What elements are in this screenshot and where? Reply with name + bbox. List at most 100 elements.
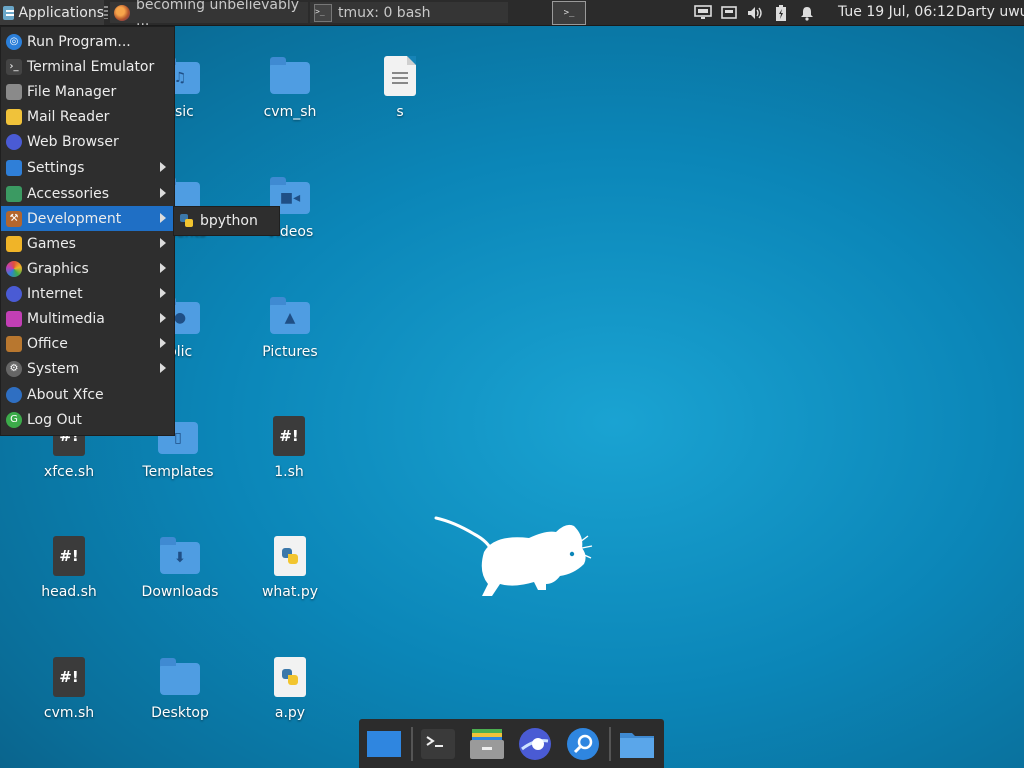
menu-item-label: Log Out — [27, 411, 82, 428]
applications-menu: ◎ Run Program... ›_ Terminal Emulator Fi… — [0, 26, 175, 436]
file-manager-icon[interactable] — [468, 727, 506, 761]
desktop-icon-downloads[interactable]: ⬇ Downloads — [130, 534, 230, 600]
user-menu[interactable]: Darty uwu — [956, 0, 1024, 25]
desktop-icon-label: s — [396, 104, 404, 120]
run-icon: ◎ — [6, 33, 22, 50]
multimedia-icon — [6, 310, 22, 327]
desktop-icon-label: head.sh — [41, 584, 97, 600]
text-file-icon — [384, 56, 416, 96]
script-icon: #! — [53, 536, 85, 576]
menu-item-label: Multimedia — [27, 310, 105, 327]
office-icon — [6, 335, 22, 352]
desktop-icon-cvm-sh[interactable]: cvm_sh — [240, 54, 340, 120]
applications-label: Applications — [18, 4, 104, 21]
python-file-icon — [274, 657, 306, 697]
terminal-icon: >_ — [563, 8, 575, 18]
desktop-icon-label: Downloads — [141, 584, 219, 600]
folder-icon — [160, 658, 200, 695]
dock-separator — [411, 727, 413, 761]
chevron-right-icon — [160, 263, 166, 273]
folder-icon[interactable] — [618, 727, 656, 761]
menu-item-office[interactable]: Office — [1, 331, 174, 356]
menu-item-label: System — [27, 360, 80, 377]
submenu-item-bpython[interactable]: bpython — [174, 209, 279, 234]
terminal-icon[interactable] — [419, 727, 457, 761]
display-icon[interactable] — [694, 5, 712, 21]
about-xfce-icon — [6, 386, 22, 403]
chevron-right-icon — [160, 188, 166, 198]
menu-item-system[interactable]: ⚙ System — [1, 356, 174, 381]
menu-item-web-browser[interactable]: Web Browser — [1, 129, 174, 154]
desktop-icon-head-sh[interactable]: #! head.sh — [19, 534, 119, 600]
menu-item-label: Terminal Emulator — [27, 58, 155, 75]
menu-item-label: About Xfce — [27, 386, 104, 403]
desktop-icon-label: cvm_sh — [263, 104, 317, 120]
chevron-right-icon — [160, 162, 166, 172]
taskbar-item-terminal[interactable]: >_ tmux: 0 bash — [310, 2, 508, 23]
system-icon: ⚙ — [6, 360, 22, 377]
top-panel: Applications becoming unbelievably ... >… — [0, 0, 1024, 29]
show-desktop-icon[interactable] — [365, 727, 403, 761]
network-icon[interactable] — [720, 5, 738, 21]
script-icon: #! — [53, 657, 85, 697]
chevron-right-icon — [160, 338, 166, 348]
menu-item-label: Graphics — [27, 260, 89, 277]
python-file-icon — [274, 536, 306, 576]
desktop-icon-1-sh[interactable]: #! 1.sh — [239, 414, 339, 480]
clock[interactable]: Tue 19 Jul, 06:12 — [838, 0, 955, 25]
volume-icon[interactable] — [746, 5, 764, 21]
desktop-icon-s[interactable]: s — [350, 54, 450, 120]
applications-icon — [3, 5, 15, 20]
menu-item-accessories[interactable]: Accessories — [1, 181, 174, 206]
notification-bell-icon[interactable] — [798, 5, 816, 21]
panel-separator — [104, 6, 108, 19]
menu-item-mail-reader[interactable]: Mail Reader — [1, 104, 174, 129]
menu-item-graphics[interactable]: Graphics — [1, 256, 174, 281]
script-icon: #! — [273, 416, 305, 456]
dock — [359, 719, 664, 768]
desktop-icon-label: a.py — [274, 705, 306, 721]
folder-downloads-icon: ⬇ — [160, 537, 200, 574]
chevron-right-icon — [160, 363, 166, 373]
menu-item-label: Development — [27, 210, 122, 227]
chevron-right-icon — [160, 313, 166, 323]
task-label: becoming unbelievably ... — [136, 0, 300, 29]
desktop-icon-label: 1.sh — [274, 464, 304, 480]
taskbar-item-browser[interactable]: becoming unbelievably ... — [110, 0, 308, 29]
desktop-icon-pictures[interactable]: ▲ Pictures — [240, 294, 340, 360]
python-icon — [180, 214, 194, 228]
terminal-launcher-button[interactable]: >_ — [552, 1, 586, 25]
menu-item-file-manager[interactable]: File Manager — [1, 79, 174, 104]
desktop-icon-desktop[interactable]: Desktop — [130, 655, 230, 721]
xfce-mouse-logo — [434, 516, 593, 596]
folder-icon — [270, 57, 310, 94]
desktop-icon-label: Templates — [142, 464, 214, 480]
chevron-right-icon — [160, 288, 166, 298]
menu-item-run-program[interactable]: ◎ Run Program... — [1, 29, 174, 54]
folder-pictures-icon: ▲ — [270, 297, 310, 334]
firefox-icon — [114, 4, 130, 21]
desktop-icon-a-py[interactable]: a.py — [240, 655, 340, 721]
mail-icon — [6, 108, 22, 125]
search-icon[interactable] — [564, 727, 602, 761]
file-manager-icon — [6, 83, 22, 100]
menu-item-about-xfce[interactable]: About Xfce — [1, 382, 174, 407]
menu-item-label: Settings — [27, 159, 85, 176]
applications-menu-button[interactable]: Applications — [0, 0, 104, 25]
settings-icon — [6, 159, 22, 176]
battery-icon[interactable] — [772, 4, 790, 21]
menu-item-internet[interactable]: Internet — [1, 281, 174, 306]
desktop-icon-cvm-sh-script[interactable]: #! cvm.sh — [19, 655, 119, 721]
menu-item-multimedia[interactable]: Multimedia — [1, 306, 174, 331]
menu-item-settings[interactable]: Settings — [1, 155, 174, 180]
submenu-item-label: bpython — [200, 213, 258, 229]
menu-item-games[interactable]: Games — [1, 231, 174, 256]
development-submenu: bpython — [173, 206, 280, 236]
menu-item-development[interactable]: ⚒ Development — [1, 206, 174, 231]
desktop-icon-what-py[interactable]: what.py — [240, 534, 340, 600]
desktop-icon-label: what.py — [261, 584, 318, 600]
menu-item-log-out[interactable]: G Log Out — [1, 407, 174, 432]
accessories-icon — [6, 185, 22, 202]
web-browser-icon[interactable] — [516, 727, 554, 761]
menu-item-terminal-emulator[interactable]: ›_ Terminal Emulator — [1, 54, 174, 79]
